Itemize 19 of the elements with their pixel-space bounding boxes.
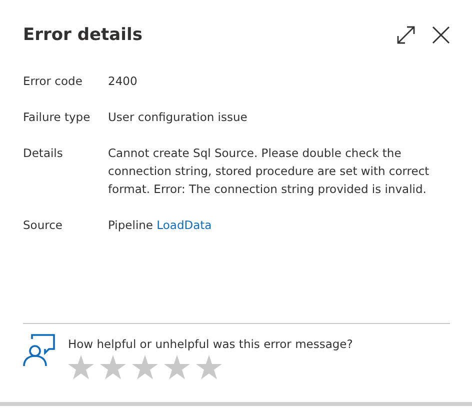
field-label: Error code bbox=[23, 74, 84, 90]
field-label: Details bbox=[23, 146, 64, 162]
feedback-icon bbox=[23, 334, 55, 366]
field-value: Pipeline bbox=[108, 218, 154, 232]
field-value: 2400 bbox=[108, 73, 138, 90]
star-icon[interactable] bbox=[164, 355, 190, 380]
star-icon[interactable] bbox=[100, 355, 126, 380]
star-icon[interactable] bbox=[196, 355, 222, 380]
field-value: User configuration issue bbox=[108, 109, 248, 126]
star-icon[interactable] bbox=[68, 355, 94, 380]
close-icon[interactable] bbox=[432, 26, 450, 44]
panel-title: Error details bbox=[23, 25, 142, 45]
expand-icon[interactable] bbox=[396, 25, 416, 45]
star-icon[interactable] bbox=[132, 355, 158, 380]
field-label: Source bbox=[23, 218, 64, 234]
pipeline-link[interactable]: LoadData bbox=[156, 218, 212, 232]
feedback-question: How helpful or unhelpful was this error message? bbox=[68, 337, 353, 351]
field-value: Cannot create Sql Source. Please double check the connection string, stored procedure are set with correct format. Error: The connection string provided is invalid. bbox=[108, 145, 430, 198]
field-label: Failure type bbox=[23, 110, 92, 126]
